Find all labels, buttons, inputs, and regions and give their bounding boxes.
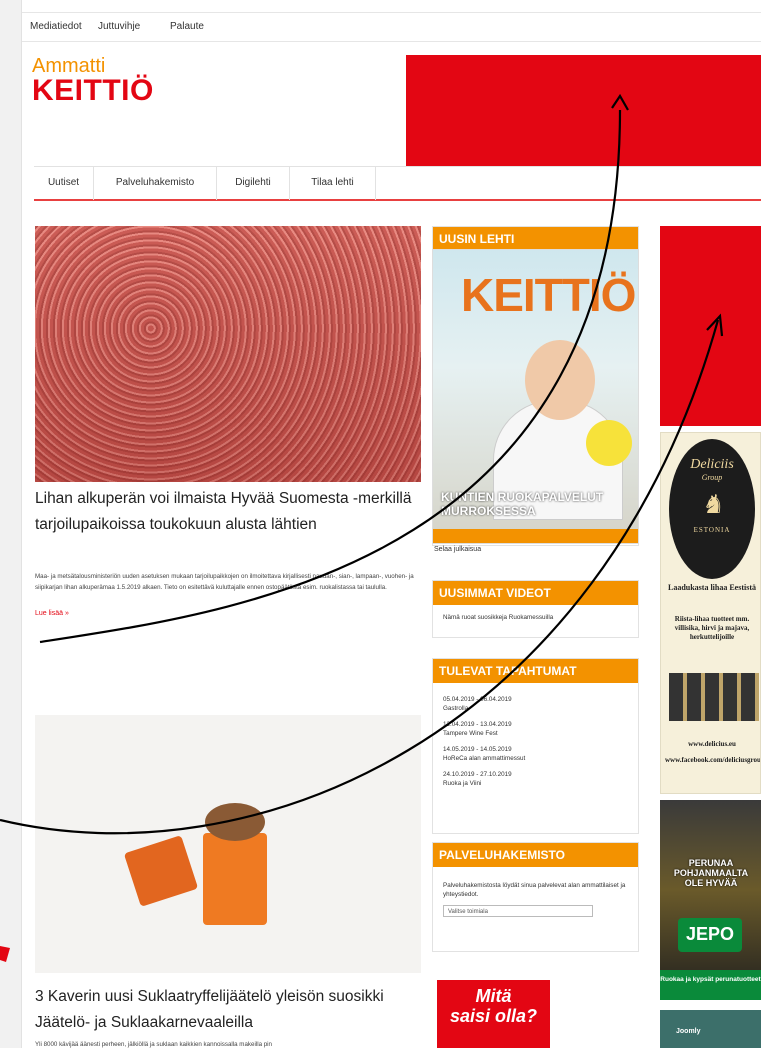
event-date: 12.04.2019 - 13.04.2019 — [443, 721, 512, 728]
delicius-country: ESTONIA — [693, 526, 731, 534]
widget-heading: UUSIN LEHTI — [433, 227, 638, 251]
ice-cream-scoop — [205, 803, 265, 841]
cover-strip — [433, 529, 638, 543]
delicius-fb: www.facebook.com/deliciusgroup — [665, 756, 761, 764]
event-date: 24.10.2019 - 27.10.2019 — [443, 771, 512, 778]
widget-service-directory: PALVELUHAKEMISTO Palveluhakemistosta löy… — [432, 842, 639, 952]
delicius-desc: Riista-lihaa tuotteet mm. villisika, hir… — [674, 615, 750, 641]
logo-line-2: KEITTIÖ — [32, 74, 154, 107]
site-logo[interactable]: Ammatti KEITTIÖ — [32, 56, 154, 106]
video-link[interactable]: Nämä ruoat suosikkeja Ruokamessuilla — [433, 605, 638, 630]
event-date: 05.04.2019 - 06.04.2019 — [443, 696, 512, 703]
delicius-logo: Deliciis Group ♞ ESTONIA — [669, 439, 755, 579]
ad-jepo[interactable]: PERUNAA POHJANMAALTA OLE HYVÄÄ JEPO Ruok… — [660, 800, 761, 1000]
page-edge — [0, 0, 22, 1048]
promo-ad[interactable]: Mitä saisi olla? — [437, 980, 550, 1048]
nav-item-uutiset[interactable]: Uutiset — [34, 167, 94, 200]
magazine-cover[interactable]: KEITTIÖ KUNTIEN RUOKAPALVELUT MURROKSESS… — [432, 249, 639, 544]
jepo-tagline: Ruokaa ja kypsät perunatuotteet — [660, 970, 761, 1000]
widget-heading: UUSIMMAT VIDEOT — [433, 581, 638, 605]
event-item[interactable]: 12.04.2019 - 13.04.2019 Tampere Wine Fest — [443, 720, 628, 738]
widget-heading: TULEVAT TAPAHTUMAT — [433, 659, 638, 683]
ad-joomly[interactable]: Joomly — [660, 1010, 761, 1048]
logo-line-1: Ammatti — [32, 55, 106, 77]
product-jars-image — [669, 673, 759, 721]
promo-line-2: saisi olla? — [449, 1006, 538, 1026]
article-excerpt: Maa- ja metsätalousministeriön uuden ase… — [35, 573, 414, 591]
main-nav: Uutiset Palveluhakemisto Digilehti Tilaa… — [34, 166, 761, 201]
link-juttuvihje[interactable]: Juttuvihje — [98, 21, 140, 32]
cover-title: KEITTIÖ — [461, 269, 636, 321]
article-title-2[interactable]: 3 Kaverin uusi Suklaatryffelijäätelö yle… — [35, 984, 421, 1036]
event-item[interactable]: 24.10.2019 - 27.10.2019 Ruoka ja Viini — [443, 770, 628, 788]
ad-banner-side[interactable] — [660, 226, 761, 426]
nav-item-digilehti[interactable]: Digilehti — [217, 167, 290, 200]
event-name: HoReCa alan ammattimessut — [443, 755, 526, 762]
article-excerpt-2: Yli 8000 kävijää äänesti perheen, jälkiö… — [35, 1041, 272, 1048]
link-palaute[interactable]: Palaute — [170, 21, 204, 32]
delicius-brand: Deliciis — [690, 457, 734, 472]
ice-cream-cup-upright — [203, 833, 267, 925]
event-item[interactable]: 05.04.2019 - 06.04.2019 Gastrolla — [443, 695, 628, 713]
widget-latest-videos: UUSIMMAT VIDEOT Nämä ruoat suosikkeja Ru… — [432, 580, 639, 638]
delicius-sub: Group — [701, 473, 723, 482]
widget-heading: PALVELUHAKEMISTO — [433, 843, 638, 867]
cover-badge — [586, 420, 632, 466]
moose-icon: ♞ — [700, 490, 724, 519]
event-name: Gastrolla — [443, 705, 469, 712]
delicius-headline: Laadukasta lihaa Eestistä — [667, 583, 757, 592]
nav-item-palveluhakemisto[interactable]: Palveluhakemisto — [94, 167, 217, 200]
promo-line-1: Mitä — [475, 986, 512, 1006]
ad-banner-top[interactable] — [406, 55, 761, 167]
cover-caption: KUNTIEN RUOKAPALVELUT MURROKSESSA — [441, 490, 604, 518]
page: Mediatiedot Juttuvihje Palaute Ammatti K… — [22, 0, 761, 1048]
top-links-bar: Mediatiedot Juttuvihje Palaute — [22, 12, 761, 42]
read-more-link[interactable]: Lue lisää » — [35, 610, 69, 617]
event-name: Ruoka ja Viini — [443, 780, 482, 787]
widget-upcoming-events: TULEVAT TAPAHTUMAT 05.04.2019 - 06.04.20… — [432, 658, 639, 834]
event-name: Tampere Wine Fest — [443, 730, 498, 737]
industry-select[interactable]: Valitse toimiala — [443, 905, 593, 917]
event-item[interactable]: 14.05.2019 - 14.05.2019 HoReCa alan ammat… — [443, 745, 628, 763]
directory-description: Palveluhakemistosta löydät sinua palvele… — [443, 882, 626, 898]
delicius-web: www.delicius.eu — [688, 740, 736, 748]
article-title[interactable]: Lihan alkuperän voi ilmaista Hyvää Suome… — [35, 486, 421, 538]
jepo-logo: JEPO — [678, 918, 742, 952]
link-mediatiedot[interactable]: Mediatiedot — [30, 21, 82, 32]
cover-chef-face — [525, 340, 595, 420]
browse-issue-link[interactable]: Selaa julkaisua — [434, 546, 481, 553]
nav-item-tilaa-lehti[interactable]: Tilaa lehti — [290, 167, 376, 200]
article-image-minced-meat[interactable] — [35, 226, 421, 482]
ad-delicius[interactable]: Deliciis Group ♞ ESTONIA Laadukasta liha… — [660, 432, 761, 794]
article-image-ice-cream[interactable] — [35, 715, 421, 973]
event-date: 14.05.2019 - 14.05.2019 — [443, 746, 512, 753]
ice-cream-cup-tilted — [123, 835, 199, 907]
jepo-headline: PERUNAA POHJANMAALTA OLE HYVÄÄ — [673, 858, 749, 888]
